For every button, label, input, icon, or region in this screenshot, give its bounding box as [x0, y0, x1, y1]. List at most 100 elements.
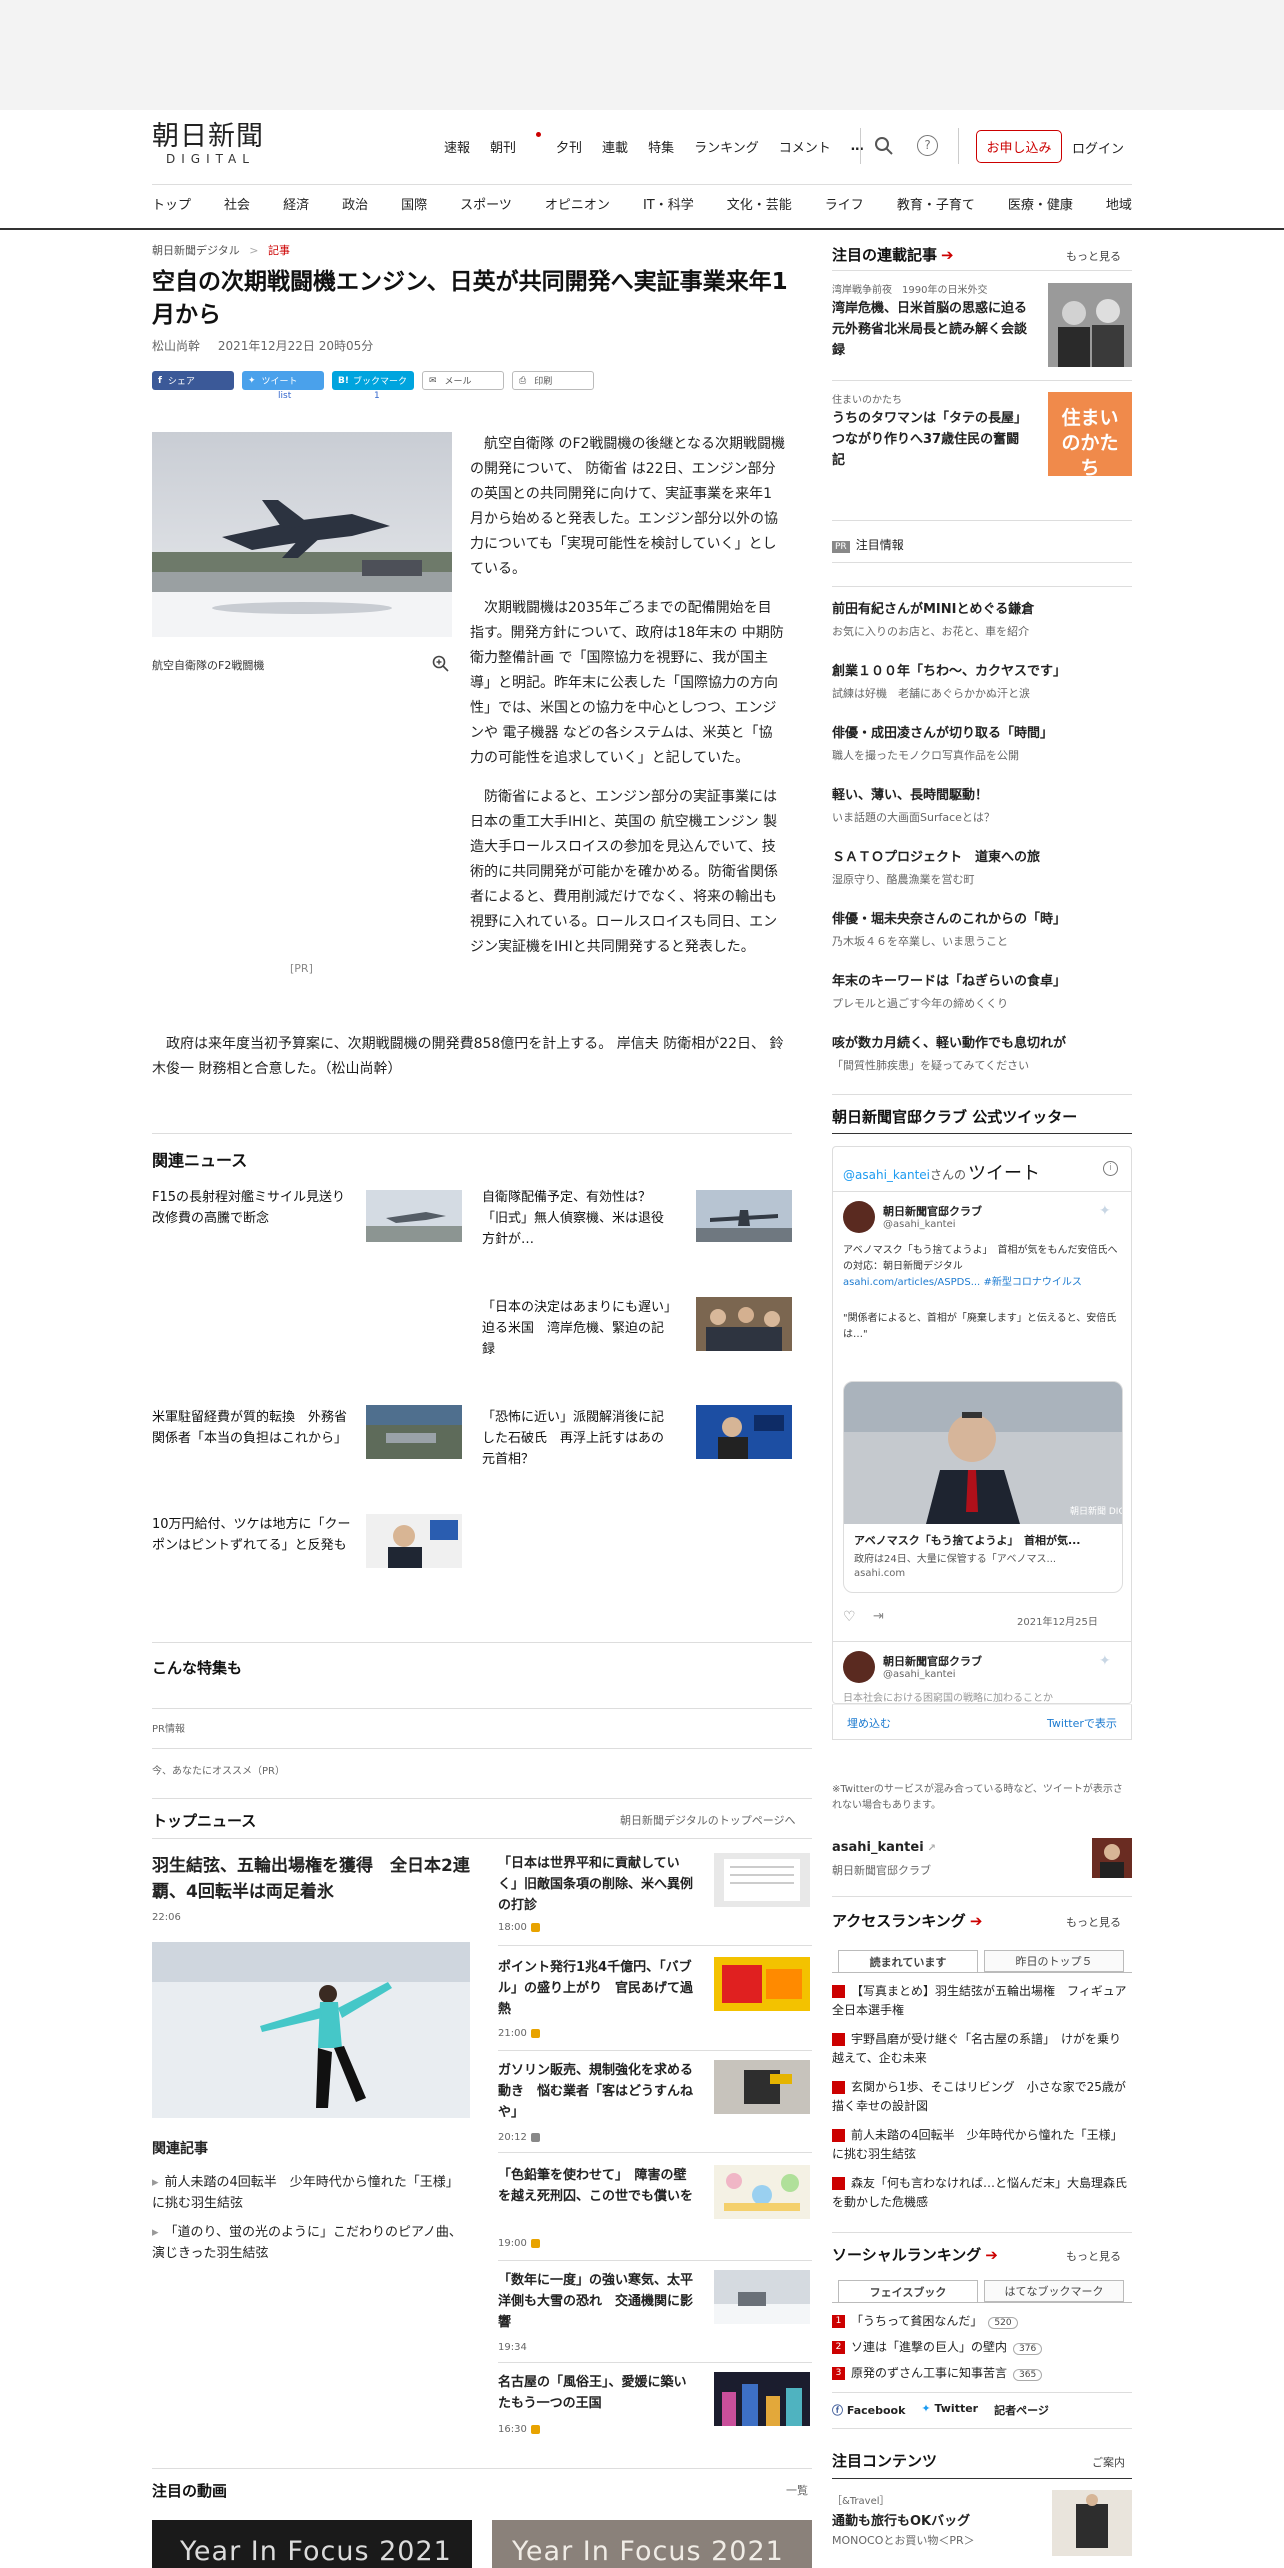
login-link[interactable]: ログイン	[1072, 138, 1124, 157]
ranking-item[interactable]: 森友「何も言わなければ…と悩んだ末」大島理森氏を動かした危機感	[832, 2174, 1132, 2212]
cat-society[interactable]: 社会	[224, 194, 250, 213]
heart-icon[interactable]: ♡	[843, 1609, 856, 1625]
top-news-item[interactable]: 「色鉛筆を使わせて」 障害の壁を越え死刑囚、この世でも償いを	[498, 2165, 698, 2207]
twitter-timeline[interactable]: @asahi_kanteiさんの ツイート i 朝日新聞官邸クラブ @asahi_…	[832, 1146, 1132, 1704]
more-link[interactable]: もっと見る	[1066, 2248, 1121, 2264]
related-thumb[interactable]	[366, 1514, 462, 1568]
pr-item[interactable]: 前田有紀さんがMINIとめぐる鎌倉 お気に入りのお店と、お花と、車を紹介	[832, 598, 1132, 639]
top-news-item[interactable]: ポイント発行1兆4千億円、「バブル」の盛り上がり 官民あげて過熱	[498, 1957, 698, 2020]
tab-most-read[interactable]: 読まれています	[838, 1950, 978, 1972]
tweet-handle[interactable]: @asahi_kantei	[883, 1219, 956, 1230]
search-icon[interactable]	[874, 136, 894, 156]
top-news-item[interactable]: ガソリン販売、規制強化を求める動き 悩む業者「客はどうすんねや」	[498, 2060, 698, 2123]
top-news-item[interactable]: 「日本は世界平和に貢献していく」旧敵国条項の削除、米へ異例の打診	[498, 1853, 698, 1916]
top-news-thumb[interactable]	[714, 2165, 810, 2219]
nav-choukan[interactable]: 朝刊	[490, 131, 542, 156]
cat-life[interactable]: ライフ	[825, 194, 864, 213]
tab-hatena[interactable]: はてなブックマーク	[984, 2280, 1124, 2302]
tweet-url[interactable]: asahi.com/articles/ASPDS...	[843, 1277, 980, 1288]
cat-culture[interactable]: 文化・芸能	[727, 194, 792, 213]
related-item[interactable]: 「日本の決定はあまりにも遅い」迫る米国 湾岸危機、緊迫の記録	[482, 1297, 672, 1360]
hatena-count[interactable]: 1	[374, 391, 380, 401]
tweet-button[interactable]: ✦ ツイート	[242, 371, 324, 390]
nav-tokushu[interactable]: 特集	[648, 137, 674, 156]
pr-item[interactable]: 軽い、薄い、長時間駆動！ いま話題の大画面Surfaceとは？	[832, 784, 1132, 825]
related-thumb[interactable]	[366, 1190, 462, 1242]
ranking-item[interactable]: 宇野昌磨が受け継ぐ「名古屋の系譜」 けがを乗り越えて、企む未来	[832, 2030, 1132, 2068]
more-menu-icon[interactable]: …	[851, 139, 864, 154]
series-thumb[interactable]: 住まいのかたち	[1048, 392, 1132, 476]
embed-link[interactable]: 埋め込む	[847, 1715, 891, 1731]
social-item[interactable]: 2 ソ連は「進撃の巨人」の壁内 376	[832, 2338, 1043, 2355]
top-news-thumb[interactable]	[714, 1957, 810, 2011]
tweet-hashtag[interactable]: #新型コロナウイルス	[983, 1277, 1081, 1288]
related-item[interactable]: 自衛隊配備予定、有効性は？「旧式」無人偵察機、米は退役方針が…	[482, 1187, 672, 1250]
view-on-twitter-link[interactable]: Twitterで表示	[1047, 1715, 1117, 1731]
lead-news-title[interactable]: 羽生結弦、五輪出場権を獲得 全日本2連覇、4回転半は両足着氷	[152, 1853, 470, 1905]
related-item[interactable]: 10万円給付、ツケは地方に「クーポンはピントずれてる」と反発も	[152, 1514, 352, 1556]
cat-top[interactable]: トップ	[152, 194, 191, 213]
related-item[interactable]: F15の長射程対艦ミサイル見送り 改修費の高騰で断念	[152, 1187, 358, 1229]
cat-it-science[interactable]: IT・科学	[643, 194, 694, 213]
cat-opinion[interactable]: オピニオン	[545, 194, 610, 213]
pr-item[interactable]: 俳優・成田凌さんが切り取る「時間」 職人を撮ったモノクロ写真作品を公開	[832, 722, 1132, 763]
cat-education[interactable]: 教育・子育て	[897, 194, 975, 213]
content-thumb[interactable]	[1052, 2490, 1132, 2556]
facebook-page-link[interactable]: ⓕ Facebook	[832, 2402, 905, 2418]
ranking-item[interactable]: 【写真まとめ】羽生結弦が五輪出場権 フィギュア全日本選手権	[832, 1982, 1132, 2020]
pr-item[interactable]: 咳が数カ月続く、軽い動作でも息切れが 「間質性肺疾患」を疑ってみてください	[832, 1032, 1132, 1073]
top-news-item[interactable]: 「数年に一度」の強い寒気、太平洋側も大雪の恐れ 交通機関に影響	[498, 2270, 698, 2333]
related-thumb[interactable]	[366, 1405, 462, 1459]
pr-item[interactable]: 創業１００年「ちわ～、カクヤスです」 試練は好機 老舗にあぐらかかぬ汗と涙	[832, 660, 1132, 701]
pr-item[interactable]: 俳優・堀未央奈さんのこれからの「時」 乃木坂４６を卒業し、いま思うこと	[832, 908, 1132, 949]
twitter-page-link[interactable]: ✦ Twitter	[921, 2402, 978, 2418]
breadcrumb-root[interactable]: 朝日新聞デジタル	[152, 244, 240, 257]
subscribe-button[interactable]: お申し込み	[976, 130, 1062, 163]
content-title[interactable]: 通勤も旅行もOKバッグ	[832, 2510, 970, 2529]
related-item[interactable]: 米軍駐留経費が質的転換 外務省関係者「本当の負担はこれから」	[152, 1407, 352, 1449]
facebook-share-button[interactable]: f シェア	[152, 371, 234, 390]
top-news-item[interactable]: 名古屋の「風俗王」、愛媛に築いたもう一つの王国	[498, 2372, 698, 2414]
tweet-card[interactable]: 朝日新聞 DIGITAL アベノマスク「もう捨てようよ」 首相が気... 政府は…	[843, 1381, 1123, 1593]
related-thumb[interactable]	[696, 1297, 792, 1351]
reporter-page-link[interactable]: 記者ページ	[994, 2402, 1049, 2418]
avatar[interactable]	[843, 1201, 875, 1233]
top-news-thumb[interactable]	[714, 1853, 810, 1907]
series-thumb[interactable]	[1048, 283, 1132, 367]
nav-comment[interactable]: コメント	[779, 137, 831, 156]
pr-item[interactable]: ＳＡＴＯプロジェクト 道東への旅 湿原守り、酪農漁業を営む町	[832, 846, 1132, 887]
nav-rensai[interactable]: 連載	[602, 137, 628, 156]
cat-health[interactable]: 医療・健康	[1008, 194, 1073, 213]
avatar[interactable]	[843, 1651, 875, 1683]
twitter-handle-link[interactable]: @asahi_kantei	[843, 1168, 930, 1182]
ranking-item[interactable]: 玄関から1歩、そこはリビング 小さな家で25歳が描く幸せの設計図	[832, 2078, 1132, 2116]
cat-region[interactable]: 地域	[1106, 194, 1132, 213]
social-item[interactable]: 1 「うちって貧困なんだ」 520	[832, 2312, 1018, 2329]
series-item[interactable]: 湾岸危機、日米首脳の思惑に迫る 元外務省北米局長と読み解く会談録	[832, 298, 1040, 361]
top-news-thumb[interactable]	[714, 2270, 810, 2324]
top-page-link[interactable]: 朝日新聞デジタルのトップページへ	[620, 1812, 796, 1828]
related-article[interactable]: ▸ 前人未踏の4回転半 少年時代から憧れた「王様」に挑む羽生結弦	[152, 2172, 470, 2214]
nav-yukan[interactable]: 夕刊	[556, 137, 582, 156]
series-item[interactable]: うちのタワマンは「タテの長屋」 つながり作りへ37歳住民の奮闘記	[832, 408, 1034, 471]
cat-international[interactable]: 国際	[401, 194, 427, 213]
print-button[interactable]: ⎙ 印刷	[512, 371, 594, 390]
more-link[interactable]: もっと見る	[1066, 248, 1121, 264]
video-thumb[interactable]: Year In Focus 2021	[152, 2520, 472, 2568]
cat-sports[interactable]: スポーツ	[460, 194, 512, 213]
account-avatar[interactable]	[1092, 1838, 1132, 1878]
more-link[interactable]: もっと見る	[1066, 1914, 1121, 1930]
nav-sokuho[interactable]: 速報	[444, 137, 470, 156]
tweet-author[interactable]: 朝日新聞官邸クラブ	[883, 1653, 982, 1669]
cat-politics[interactable]: 政治	[342, 194, 368, 213]
info-icon[interactable]: i	[1103, 1161, 1118, 1176]
videos-list-link[interactable]: 一覧	[786, 2482, 808, 2498]
top-news-thumb[interactable]	[714, 2060, 810, 2114]
tweet-count[interactable]: list	[278, 391, 291, 401]
ranking-item[interactable]: 前人未踏の4回転半 少年時代から憧れた「王様」に挑む羽生結弦	[832, 2126, 1132, 2164]
lead-news-photo[interactable]	[152, 1942, 470, 2118]
tweet-date[interactable]: 2021年12月25日	[1017, 1613, 1098, 1628]
help-icon[interactable]: ?	[917, 135, 938, 156]
tab-yesterday-top5[interactable]: 昨日のトップ５	[984, 1950, 1124, 1972]
related-article[interactable]: ▸ 「道のり、蛍の光のように」こだわりのピアノ曲、演じきった羽生結弦	[152, 2222, 470, 2264]
